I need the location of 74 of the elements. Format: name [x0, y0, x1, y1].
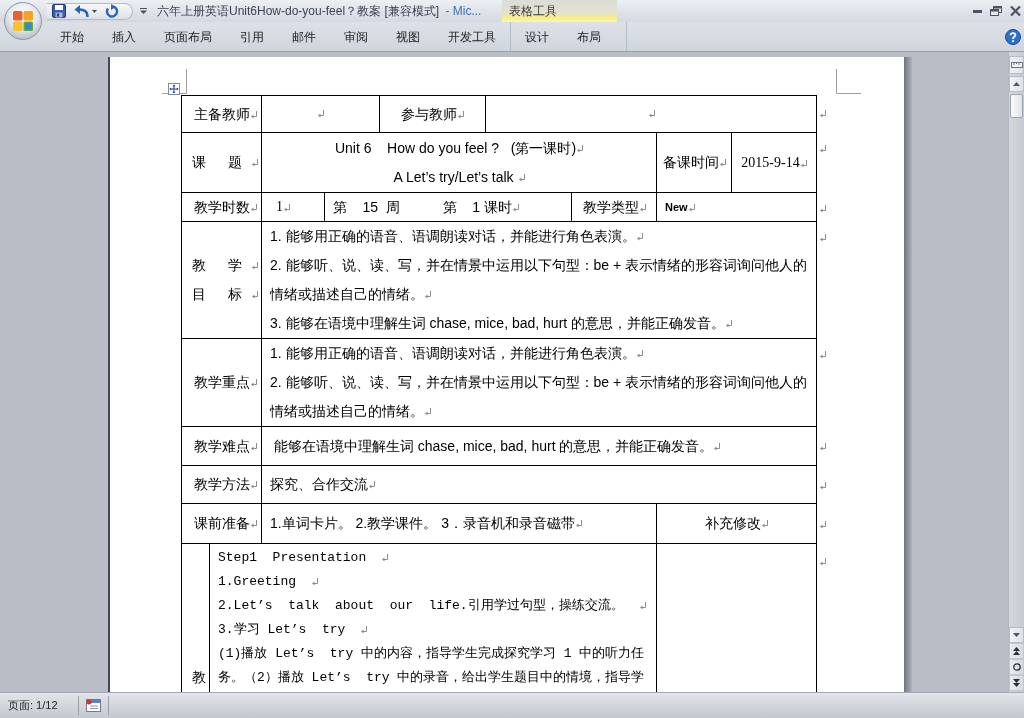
cell-text: 备课时间 — [662, 154, 719, 170]
cell-text: 目 标 — [192, 286, 251, 302]
cell-text: 1.单词卡片。 2.教学课件。 3．录音机和录音磁带 — [270, 515, 575, 531]
cell-text: (1)播放 Let’s try 中的内容，指导学生完成探究学习 1 中的听力任务。（2）播放 Let’s try 中的录音，给出学生题目中的情境，指导学 — [218, 646, 645, 685]
ribbon-tab[interactable]: 布局 — [563, 25, 615, 48]
scroll-down-button[interactable] — [1009, 627, 1024, 643]
next-page-button[interactable] — [1009, 675, 1024, 691]
window-title: 六年上册英语Unit6How-do-you-feel？教案 [兼容模式] — [157, 3, 440, 18]
ruler-toggle-button[interactable] — [1009, 56, 1024, 74]
cell-text: 课前准备 — [194, 515, 250, 531]
cell-text: 课 题 — [192, 154, 251, 170]
up-arrow-icon — [1013, 82, 1020, 86]
move-handle-icon[interactable] — [168, 83, 180, 95]
cell-text: A Let’s try/Let’s talk — [393, 168, 515, 185]
ruler-icon — [1010, 59, 1023, 71]
page-count[interactable]: 页面: 1/12 — [0, 698, 78, 713]
cell-text: Step1 Presentation — [218, 550, 367, 565]
ribbon-tab[interactable]: 开发工具 — [434, 25, 510, 48]
cell-text: 能够在语境中理解生词 chase, mice, bad, hurt 的意思，并能正确发音。 — [272, 437, 714, 454]
cell-text: 2015-9-14 — [741, 155, 800, 170]
ribbon-tab[interactable]: 视图 — [382, 25, 434, 48]
ribbon-tab[interactable]: 页面布局 — [150, 25, 226, 48]
minimize-icon[interactable] — [973, 9, 982, 13]
cell-text: 2.Let’s talk about our life.引用学过句型，操练交流。 — [218, 598, 624, 613]
cell-text: 探究、合作交流 — [270, 476, 368, 492]
save-icon[interactable] — [52, 4, 66, 18]
ribbon-tab[interactable]: 开始 — [46, 25, 98, 48]
cell-text: 教学方法 — [194, 476, 250, 492]
undo-icon[interactable] — [74, 4, 89, 18]
cell-text: 1. 能够用正确的语音、语调朗读对话，并能进行角色表演。 — [270, 228, 636, 244]
circle-icon — [1012, 663, 1021, 671]
cell-text: Unit 6 How do you feel ? (第一课时) — [334, 139, 577, 156]
double-up-arrow-icon — [1013, 647, 1020, 655]
cell-text: 1 — [276, 199, 283, 214]
crop-mark-icon — [836, 69, 861, 94]
cell-text: 第 15 周 第 1 课时 — [333, 199, 512, 215]
cell-text: 3.学习 Let’s try — [218, 622, 346, 637]
browse-object-button[interactable] — [1009, 659, 1024, 675]
cell-text: 补充修改 — [705, 515, 761, 531]
app-name: - Mic... — [445, 3, 482, 18]
cell-text: 2. 能够听、说、读、写，并在情景中运用以下句型：be + 表示情绪的形容词询问他人的情绪或描述自己的情绪。 — [270, 257, 808, 302]
close-icon[interactable] — [1010, 6, 1021, 16]
ribbon-tab[interactable]: 设计 — [511, 25, 563, 48]
cell-text: 教学重点 — [194, 374, 250, 390]
office-logo-icon — [12, 10, 34, 32]
cell-text: 1.Greeting — [218, 574, 296, 589]
cell-text: 3. 能够在语境中理解生词 chase, mice, bad, hurt 的意思，并能正确发音。 — [270, 315, 726, 331]
crop-mark-icon — [162, 69, 187, 94]
cell-text: 教 学 — [192, 257, 251, 273]
ribbon-tab[interactable]: 审阅 — [330, 25, 382, 48]
previous-page-button[interactable] — [1009, 643, 1024, 659]
scrollbar-thumb[interactable] — [1010, 94, 1023, 118]
cell-text: 教学时数 — [194, 199, 250, 215]
tab-group-label: 表格工具 — [502, 0, 617, 22]
double-down-arrow-icon — [1013, 679, 1020, 687]
down-arrow-icon — [1013, 633, 1020, 637]
cell-text: 教学类型 — [582, 199, 639, 215]
ribbon-tab[interactable]: 引用 — [226, 25, 278, 48]
cell-text: 参与教师 — [401, 105, 457, 122]
cell-text: 教学难点 — [194, 437, 250, 454]
cell-text: 1. 能够用正确的语音、语调朗读对话，并能进行角色表演。 — [270, 345, 636, 361]
document-icon[interactable] — [86, 699, 101, 712]
cell-text: 2. 能够听、说、读、写，并在情景中运用以下句型：be + 表示情绪的形容词询问他人的情绪或描述自己的情绪。 — [270, 374, 808, 419]
cell-text: 教 — [192, 670, 206, 686]
ribbon-tab[interactable]: 邮件 — [278, 25, 330, 48]
cell-text: New — [665, 201, 688, 213]
redo-icon[interactable] — [105, 4, 119, 18]
caret-icon[interactable] — [140, 8, 147, 14]
ribbon-tab[interactable]: 插入 — [98, 25, 150, 48]
caret-icon[interactable] — [92, 9, 97, 13]
scroll-up-button[interactable] — [1009, 76, 1024, 92]
restore-icon[interactable] — [990, 6, 1002, 16]
help-icon[interactable] — [1005, 28, 1021, 45]
cell-text: 主备教师 — [194, 105, 250, 122]
